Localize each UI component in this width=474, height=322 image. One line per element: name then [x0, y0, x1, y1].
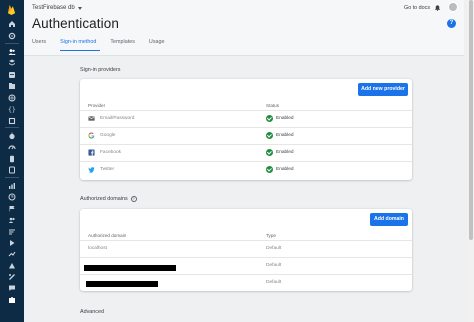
conversions-flag-icon[interactable] [8, 205, 16, 213]
provider-status: Enabled [266, 132, 294, 139]
domain-name: localhost [88, 246, 107, 251]
app-distribution-icon[interactable] [8, 166, 16, 174]
authentication-users-icon[interactable] [8, 48, 16, 56]
status-label: Enabled [276, 150, 294, 155]
add-domain-button[interactable]: Add domain [370, 213, 408, 226]
notifications-bell-icon[interactable] [434, 4, 441, 11]
add-new-provider-button[interactable]: Add new provider [358, 83, 408, 96]
project-selector[interactable]: TestFirebase db [32, 5, 82, 11]
domain-row[interactable]: Default [80, 274, 412, 291]
sign-in-providers-heading: Sign-in providers [80, 67, 120, 73]
sign-in-providers-title: Sign-in providers [80, 67, 121, 73]
funnels-icon[interactable] [8, 228, 16, 236]
authorized-domain-column-header: Authorized domain [88, 233, 127, 238]
provider-name: Facebook [100, 150, 122, 155]
provider-status: Enabled [266, 149, 294, 156]
page-title: Authentication [32, 16, 119, 31]
firestore-database-icon[interactable] [8, 59, 16, 67]
ml-kit-icon[interactable] [8, 117, 16, 125]
advanced-title: Advanced [80, 309, 104, 315]
provider-name: Email/Password [100, 116, 135, 121]
events-clock-icon[interactable] [8, 193, 16, 201]
authorized-domains-card: Add domain Authorized domain Type localh… [80, 209, 412, 291]
left-nav-rail: {} [0, 0, 24, 322]
debugview-icon[interactable] [8, 250, 16, 258]
provider-status: Enabled [266, 115, 294, 122]
google-icon [88, 132, 95, 139]
page-scrollbar[interactable] [467, 0, 474, 322]
domain-row[interactable]: localhost Default [80, 240, 412, 257]
predictions-icon[interactable] [8, 262, 16, 270]
provider-row-google[interactable]: Google Enabled [80, 127, 412, 144]
cloud-messaging-icon[interactable] [8, 284, 16, 292]
domain-row[interactable]: Default [80, 257, 412, 274]
help-icon[interactable]: ? [447, 19, 456, 28]
hosting-globe-icon[interactable] [8, 94, 16, 102]
realtime-database-icon[interactable] [8, 71, 16, 79]
tab-users[interactable]: Users [32, 39, 50, 51]
extensions-icon[interactable] [8, 296, 16, 304]
enabled-check-icon [266, 149, 273, 156]
status-label: Enabled [276, 116, 294, 121]
tab-templates[interactable]: Templates [110, 39, 139, 51]
audiences-icon[interactable] [8, 216, 16, 224]
performance-icon[interactable] [8, 143, 16, 151]
status-column-header: Status [266, 103, 280, 108]
functions-icon[interactable]: {} [8, 105, 16, 114]
provider-row-email[interactable]: Email/Password Enabled [80, 110, 412, 127]
type-column-header: Type [266, 233, 276, 238]
domain-type: Default [266, 263, 282, 268]
project-name: TestFirebase db [32, 5, 75, 11]
sign-in-providers-card: Add new provider Provider Status Email/P… [80, 79, 412, 180]
domain-type: Default [266, 246, 282, 251]
go-to-docs-link[interactable]: Go to docs [404, 5, 430, 11]
page-header: TestFirebase db Authentication Go to doc… [24, 0, 464, 56]
info-icon[interactable]: ? [130, 196, 137, 202]
status-label: Enabled [276, 133, 294, 138]
chevron-down-icon [77, 6, 82, 10]
enabled-check-icon [266, 166, 273, 173]
tab-sign-in-method[interactable]: Sign-in method [60, 39, 101, 51]
facebook-icon [88, 149, 95, 156]
settings-gear-icon[interactable] [8, 32, 16, 40]
authorized-domains-title: Authorized domains [80, 196, 128, 202]
tab-usage[interactable]: Usage [149, 39, 169, 51]
storage-icon[interactable] [8, 82, 16, 90]
firebase-logo-icon[interactable] [6, 4, 17, 15]
ab-testing-icon[interactable] [8, 273, 16, 281]
provider-name: Twitter [100, 167, 115, 172]
redacted-domain-name [86, 281, 158, 287]
advanced-heading: Advanced [80, 309, 104, 315]
email-icon [88, 116, 95, 121]
domain-type: Default [266, 280, 282, 285]
provider-name: Google [100, 133, 116, 138]
analytics-dashboard-icon[interactable] [8, 182, 16, 190]
home-icon[interactable] [8, 20, 16, 28]
provider-row-facebook[interactable]: Facebook Enabled [80, 144, 412, 161]
svg-text:{}: {} [8, 106, 16, 114]
tab-bar: Users Sign-in method Templates Usage [32, 39, 179, 51]
enabled-check-icon [266, 132, 273, 139]
test-lab-icon[interactable] [8, 155, 16, 163]
scrollbar-thumb[interactable] [468, 0, 473, 240]
provider-row-twitter[interactable]: Twitter Enabled [80, 161, 412, 178]
twitter-icon [88, 167, 95, 173]
redacted-domain-name [84, 265, 176, 271]
crashlytics-icon[interactable] [8, 132, 16, 140]
user-avatar[interactable] [448, 2, 458, 12]
status-label: Enabled [276, 167, 294, 172]
authorized-domains-heading: Authorized domains ? [80, 196, 137, 202]
provider-status: Enabled [266, 166, 294, 173]
streamview-icon[interactable] [8, 239, 16, 247]
enabled-check-icon [266, 115, 273, 122]
provider-column-header: Provider [88, 103, 106, 108]
